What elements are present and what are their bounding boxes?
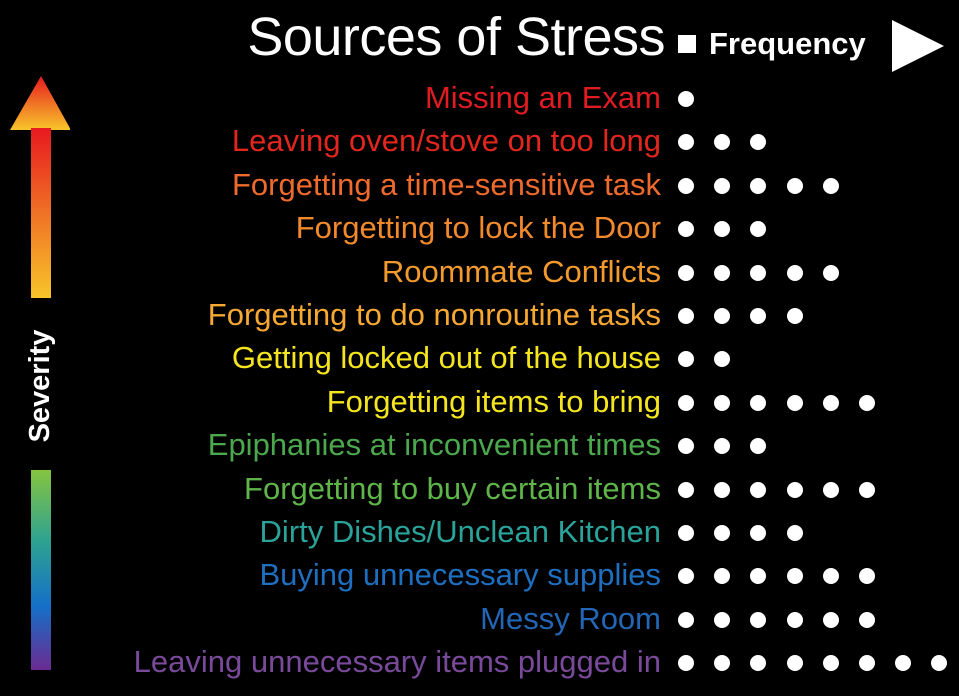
frequency-dot bbox=[714, 351, 731, 368]
row-label: Dirty Dishes/Unclean Kitchen bbox=[259, 514, 661, 549]
frequency-dot bbox=[750, 655, 767, 672]
frequency-dot bbox=[895, 655, 912, 672]
row-label: Epiphanies at inconvenient times bbox=[207, 427, 661, 463]
frequency-dot bbox=[822, 568, 839, 585]
frequency-dot bbox=[714, 611, 731, 628]
row-label: Forgetting to do nonroutine tasks bbox=[207, 297, 661, 332]
frequency-dot bbox=[859, 611, 875, 628]
frequency-dot bbox=[714, 308, 731, 324]
frequency-dot bbox=[750, 568, 767, 585]
row-label: Forgetting items to bring bbox=[326, 383, 661, 419]
frequency-dot bbox=[822, 481, 839, 498]
frequency-dot bbox=[786, 177, 803, 194]
row-label: Getting locked out of the house bbox=[231, 340, 661, 376]
frequency-dot bbox=[714, 525, 731, 541]
frequency-dot bbox=[786, 568, 803, 585]
frequency-dot bbox=[822, 177, 839, 194]
frequency-dot bbox=[678, 308, 694, 324]
frequency-dot bbox=[750, 177, 767, 194]
frequency-dot bbox=[750, 394, 767, 411]
row-label: Forgetting to lock the Door bbox=[295, 210, 661, 246]
frequency-dot bbox=[714, 394, 731, 411]
frequency-dot bbox=[678, 351, 694, 368]
frequency-dot bbox=[786, 655, 803, 672]
frequency-dot bbox=[678, 264, 694, 281]
frequency-dot bbox=[678, 438, 694, 455]
frequency-dot bbox=[750, 134, 767, 151]
frequency-dot bbox=[786, 481, 803, 498]
frequency-dot bbox=[714, 655, 731, 672]
frequency-dot bbox=[859, 481, 875, 498]
frequency-dot bbox=[750, 481, 767, 498]
frequency-dot bbox=[714, 481, 731, 498]
frequency-dot bbox=[678, 394, 694, 411]
frequency-dot bbox=[750, 611, 767, 628]
frequency-dot bbox=[678, 525, 694, 541]
frequency-dot bbox=[859, 655, 875, 672]
frequency-dot bbox=[678, 568, 694, 585]
frequency-dot bbox=[714, 177, 731, 194]
frequency-dot bbox=[714, 134, 731, 151]
chart-rows: Missing an Exam Leaving oven/stove on too… bbox=[0, 0, 959, 696]
frequency-dot bbox=[750, 264, 767, 281]
row-label: Leaving unnecessary items plugged in bbox=[133, 644, 661, 680]
frequency-dot bbox=[750, 308, 767, 324]
frequency-dot bbox=[678, 655, 694, 672]
frequency-dot bbox=[822, 264, 839, 281]
frequency-dot bbox=[750, 221, 767, 238]
frequency-dot bbox=[714, 264, 731, 281]
row-label: Messy Room bbox=[480, 600, 661, 636]
frequency-dot bbox=[822, 611, 839, 628]
frequency-dot bbox=[714, 221, 731, 238]
row-label: Forgetting a time-sensitive task bbox=[231, 166, 661, 202]
frequency-dot bbox=[859, 568, 875, 585]
frequency-dot bbox=[678, 611, 694, 628]
frequency-dot bbox=[859, 394, 875, 411]
frequency-dot bbox=[678, 221, 694, 238]
frequency-dot bbox=[750, 438, 767, 455]
frequency-dot bbox=[786, 308, 803, 324]
row-label: Buying unnecessary supplies bbox=[259, 557, 661, 593]
row-label: Missing an Exam bbox=[424, 80, 661, 115]
row-label: Leaving oven/stove on too long bbox=[231, 123, 661, 159]
frequency-dot bbox=[931, 655, 948, 672]
frequency-dot bbox=[822, 655, 839, 672]
frequency-dot bbox=[786, 525, 803, 541]
frequency-dot bbox=[678, 177, 694, 194]
frequency-dot bbox=[678, 134, 694, 151]
frequency-dot bbox=[822, 394, 839, 411]
frequency-dot bbox=[786, 611, 803, 628]
frequency-dot bbox=[786, 394, 803, 411]
row-label: Roommate Conflicts bbox=[381, 253, 661, 289]
frequency-dot bbox=[714, 438, 731, 455]
frequency-dot bbox=[678, 481, 694, 498]
frequency-dot bbox=[786, 264, 803, 281]
frequency-dot bbox=[714, 568, 731, 585]
frequency-dot bbox=[750, 525, 767, 541]
row-label: Forgetting to buy certain items bbox=[244, 470, 661, 506]
frequency-dot bbox=[678, 91, 694, 107]
